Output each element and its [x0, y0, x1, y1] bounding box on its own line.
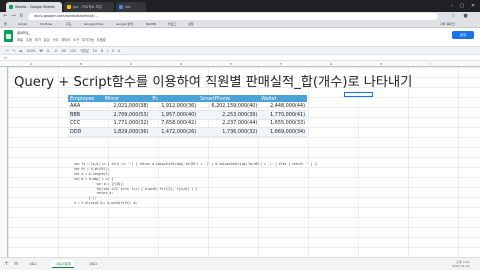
table-cell[interactable]: 2,021,000(38) [102, 102, 151, 111]
table-header: Pc [150, 95, 199, 102]
bookmark-item[interactable]: NAVER [146, 22, 156, 27]
menu-insert[interactable]: 삽입 [44, 38, 50, 42]
table-header: Employee [68, 95, 103, 102]
formula-bar[interactable]: fx [0, 54, 480, 61]
table-row: DDD 1,829,000(36) 1,472,000(26) 1,736,00… [68, 127, 307, 137]
table-cell[interactable]: 1,736,000(32) [198, 127, 260, 137]
all-sheets-icon[interactable]: ≡ [14, 261, 20, 267]
ppt-favicon-icon [67, 5, 71, 9]
bookmark-item[interactable]: Google 번역 [116, 22, 133, 27]
sheet-tab[interactable]: 시트3 [86, 260, 100, 268]
table-cell[interactable]: CCC [68, 119, 103, 128]
close-icon[interactable]: ✕ [469, 2, 477, 10]
table-cell[interactable]: 7,658,000(42) [150, 119, 199, 128]
sheet-tab[interactable]: 시트1 [26, 260, 40, 268]
document-title[interactable]: query_ [17, 30, 31, 35]
menu-tools[interactable]: 도구 [73, 38, 79, 42]
table-cell[interactable]: 1,912,000(36) [150, 102, 199, 111]
table-cell[interactable]: 1,770,000(41) [259, 110, 307, 120]
browser-tab-strip: Sheets - Google Sheets ppt - 프로젝트 파일 tab… [0, 0, 480, 12]
menu-help[interactable]: 도움말 [97, 38, 106, 42]
reload-icon[interactable]: ↻ [18, 13, 25, 20]
table-cell[interactable]: 2,253,000(39) [198, 110, 260, 120]
bookmark-item[interactable]: 앱 [4, 22, 7, 27]
sheet-tab-active[interactable]: 시트2(결과) [52, 260, 75, 268]
table-cell[interactable]: 1,829,000(36) [102, 127, 151, 137]
sheet-tabs-bar: + ≡ 시트1 시트2(결과) 시트3 오후 3:12 2021-01-19 [0, 257, 480, 270]
table-cell[interactable]: AAA [68, 102, 103, 111]
bookmark-item[interactable]: YouTube [40, 22, 52, 27]
table-header: SmartPhone [198, 95, 260, 102]
table-header: Wallet [259, 95, 307, 102]
bookmark-item[interactable]: 기타 북마크 [440, 22, 455, 27]
sheets-logo-icon[interactable] [4, 30, 13, 42]
sheets-header: query_ 파일 수정 보기 삽입 서식 데이터 도구 부가기능 도움말 공유 [0, 28, 480, 46]
page-favicon-icon [119, 5, 123, 9]
address-bar-row: ← → ↻ docs.google.com/spreadsheets/d/...… [0, 12, 480, 21]
table-cell[interactable]: 1,669,000(34) [259, 127, 307, 137]
add-sheet-icon[interactable]: + [4, 261, 10, 267]
clock-date: 2021-01-19 [452, 264, 470, 268]
browser-tab-ppt[interactable]: ppt - 프로젝트 파일 [64, 2, 114, 12]
table-row: BBB 2,709,000(53) 1,957,000(40) 2,253,00… [68, 110, 307, 120]
table-header-row: Employee Mirror Pc SmartPhone Wallet [68, 95, 307, 102]
url-input[interactable]: docs.google.com/spreadsheets/d/... [28, 13, 438, 20]
maximize-icon[interactable]: ▢ [458, 2, 466, 10]
forward-icon[interactable]: → [10, 13, 17, 20]
back-icon[interactable]: ← [2, 13, 9, 20]
bookmark-item[interactable]: Google Drive [84, 22, 104, 27]
table-cell[interactable]: 2,709,000(53) [102, 110, 151, 120]
menu-data[interactable]: 데이터 [61, 38, 70, 42]
bookmark-item[interactable]: 설정 [188, 22, 194, 27]
menu-bar: 파일 수정 보기 삽입 서식 데이터 도구 부가기능 도움말 [17, 37, 106, 42]
bookmark-item[interactable]: 지도 [66, 22, 72, 27]
selected-cell[interactable] [344, 92, 373, 97]
row-headers [0, 67, 8, 257]
slide-heading: Query + Script함수를 이용하여 직원별 판매실적_합(개수)로 나… [14, 75, 413, 90]
clock: 오후 3:12 2021-01-19 [452, 260, 469, 268]
table-row: CCC 1,771,000(32) 7,658,000(42) 2,237,00… [68, 119, 307, 128]
code-line: h = h.slice(0,5); b.unshift(h); b; [74, 201, 138, 206]
menu-file[interactable]: 파일 [17, 38, 23, 42]
table-cell[interactable]: 1,655,000(33) [259, 119, 307, 128]
bookmarks-bar: 앱 Gmail YouTube 지도 Google Drive Google 번… [0, 21, 480, 28]
table-cell[interactable]: 2,448,000(44) [259, 102, 307, 111]
menu-view[interactable]: 보기 [35, 38, 41, 42]
sheets-favicon-icon [9, 5, 13, 9]
menu-addons[interactable]: 부가기능 [82, 38, 94, 42]
bookmark-item[interactable]: 블로그 [168, 22, 176, 27]
browser-tab-label: ppt - 프로젝트 파일 [73, 5, 102, 9]
formatting-toolbar: ↶ ↷ 🖶 100% ₩ % .0 .00 123 기본값 10 B I S A [0, 46, 480, 54]
table-row: AAA 2,021,000(38) 1,912,000(36) 6,202,15… [68, 102, 307, 111]
table-cell[interactable]: DDD [68, 127, 103, 137]
bookmark-item[interactable]: Gmail [18, 22, 27, 27]
menu-format[interactable]: 서식 [53, 38, 59, 42]
browser-tab-label: tab [125, 5, 131, 9]
script-code-block: var fx = (a,b) => { if(a !== '') { retur… [74, 162, 374, 206]
browser-tab-sheets[interactable]: Sheets - Google Sheets [6, 2, 62, 12]
browser-tab-label: Sheets - Google Sheets [15, 5, 55, 9]
table-cell[interactable]: 1,957,000(40) [150, 110, 199, 120]
table-cell[interactable]: 2,237,000(44) [198, 119, 260, 128]
menu-edit[interactable]: 수정 [26, 38, 32, 42]
table-cell[interactable]: 1,771,000(32) [102, 119, 151, 128]
star-icon[interactable]: ☆ [450, 13, 457, 20]
table-cell[interactable]: 1,472,000(26) [150, 127, 199, 137]
profile-icon[interactable]: ● [462, 13, 469, 20]
share-button[interactable]: 공유 [452, 31, 474, 39]
result-table: Employee Mirror Pc SmartPhone Wallet AAA… [68, 95, 307, 137]
table-cell[interactable]: BBB [68, 110, 103, 120]
browser-tab-other[interactable]: tab [116, 2, 146, 12]
table-header: Mirror [102, 95, 151, 102]
minimize-icon[interactable]: – [448, 2, 456, 10]
table-cell[interactable]: 6,202,159,000(40) [198, 102, 260, 111]
